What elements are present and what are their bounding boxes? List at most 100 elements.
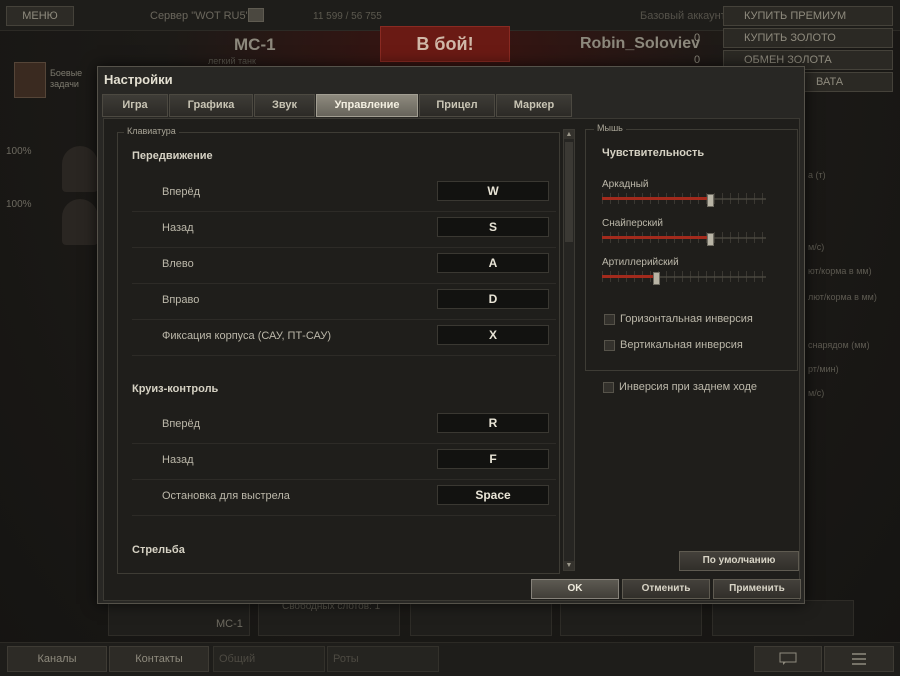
crew-portrait-1[interactable] (62, 146, 98, 192)
defaults-button[interactable]: По умолчанию (679, 551, 799, 571)
slider-thumb[interactable] (707, 194, 714, 207)
credits-value: 0 (694, 54, 701, 66)
keybind-label: Вперёд (162, 186, 201, 198)
keybind-row: Вправо D (132, 283, 556, 320)
server-dropdown[interactable] (248, 8, 264, 22)
section-cruise-control: Круиз-контроль (132, 383, 219, 395)
missions-label: Боевые задачи (50, 68, 82, 90)
keybind-row: Назад S (132, 211, 556, 248)
settings-dialog: Настройки Игра Графика Звук Управление П… (97, 66, 805, 604)
carousel-slot-3[interactable] (410, 600, 552, 636)
dialog-title: Настройки (104, 72, 173, 87)
crew-percent-1: 100% (6, 146, 32, 157)
artillery-sensitivity-slider[interactable] (602, 271, 766, 285)
slider-fill (602, 197, 710, 200)
chat-general-tab[interactable]: Общий (213, 646, 325, 672)
slider-label: Снайперский (602, 218, 663, 229)
slider-thumb[interactable] (653, 272, 660, 285)
chat-companies-tab[interactable]: Роты (327, 646, 439, 672)
contacts-button[interactable]: Контакты (109, 646, 209, 672)
checkbox-label: Инверсия при заднем ходе (619, 381, 758, 393)
tab-sound[interactable]: Звук (254, 94, 315, 117)
keybind-right[interactable]: D (437, 289, 549, 309)
checkbox-box[interactable] (604, 340, 615, 351)
keybind-row: Вперёд W (132, 175, 556, 212)
account-type: Базовый аккаунт (640, 10, 726, 22)
checkbox-box[interactable] (604, 314, 615, 325)
right-hint-7: м/с) (808, 388, 825, 398)
tab-sight[interactable]: Прицел (419, 94, 495, 117)
slider-thumb[interactable] (707, 233, 714, 246)
right-hint-3: ют/корма в мм) (808, 266, 872, 276)
scroll-down-icon[interactable]: ▼ (564, 561, 574, 570)
tank-name: МС-1 (234, 35, 276, 54)
missions-label-1: Боевые (50, 68, 83, 78)
sensitivity-title: Чувствительность (602, 147, 705, 159)
keyboard-group: Клавиатура Передвижение Вперёд W Назад S… (117, 126, 560, 574)
crew-percent-2: 100% (6, 199, 32, 210)
server-label: Сервер "WOT RU5" (150, 10, 250, 22)
carousel-tank-name: МС-1 (216, 618, 243, 630)
keybind-back[interactable]: S (437, 217, 549, 237)
chat-icon[interactable] (754, 646, 822, 672)
crew-portrait-2[interactable] (62, 199, 98, 245)
keybind-row: Остановка для выстрела Space (132, 479, 556, 516)
buy-premium-button[interactable]: КУПИТЬ ПРЕМИУМ (723, 6, 893, 26)
keybind-label: Назад (162, 222, 194, 234)
right-hint-1: а (т) (808, 170, 826, 180)
controls-panel: Клавиатура Передвижение Вперёд W Назад S… (103, 118, 800, 601)
keybind-row: Назад F (132, 443, 556, 480)
right-hint-5: снарядом (мм) (808, 340, 870, 350)
checkbox-box[interactable] (603, 382, 614, 393)
mouse-group: Мышь Чувствительность Аркадный Снайперск… (585, 123, 798, 371)
slider-fill (602, 275, 656, 278)
cancel-button[interactable]: Отменить (622, 579, 710, 599)
keybind-label: Вправо (162, 294, 200, 306)
keybind-left[interactable]: A (437, 253, 549, 273)
keybind-cruise-forward[interactable]: R (437, 413, 549, 433)
buy-gold-button[interactable]: КУПИТЬ ЗОЛОТО (723, 28, 893, 48)
scroll-thumb[interactable] (565, 142, 573, 242)
scroll-up-icon[interactable]: ▲ (564, 130, 574, 139)
gold-value: 0 (694, 32, 701, 44)
missions-label-2: задачи (50, 79, 79, 89)
menu-button[interactable]: МЕНЮ (6, 6, 74, 26)
sniper-sensitivity-slider[interactable] (602, 232, 766, 246)
tank-type: легкий танк (208, 56, 256, 66)
right-hint-4: лют/корма в мм) (808, 292, 877, 302)
keybind-row: Фиксация корпуса (САУ, ПТ-САУ) X (132, 319, 556, 356)
channels-button[interactable]: Каналы (7, 646, 107, 672)
tab-graphics[interactable]: Графика (169, 94, 253, 117)
keybind-label: Остановка для выстрела (162, 490, 290, 502)
keybind-label: Назад (162, 454, 194, 466)
missions-icon[interactable] (14, 62, 46, 98)
arcade-sensitivity-slider[interactable] (602, 193, 766, 207)
tab-marker[interactable]: Маркер (496, 94, 572, 117)
tab-controls[interactable]: Управление (316, 94, 418, 117)
keybind-cruise-back[interactable]: F (437, 449, 549, 469)
keyboard-legend: Клавиатура (124, 126, 179, 136)
keybind-row: Влево A (132, 247, 556, 284)
slider-label: Артиллерийский (602, 257, 679, 268)
battle-button[interactable]: В бой! (380, 26, 510, 62)
keybind-label: Фиксация корпуса (САУ, ПТ-САУ) (162, 330, 332, 342)
keybind-label: Вперёд (162, 418, 201, 430)
right-hint-6: рт/мин) (808, 364, 839, 374)
keyboard-scrollbar[interactable]: ▲ ▼ (563, 129, 575, 571)
carousel-slot-5[interactable] (712, 600, 854, 636)
online-count: 11 599 / 56 755 (313, 11, 382, 22)
notifications-list-icon[interactable] (824, 646, 894, 672)
keybind-hull-lock[interactable]: X (437, 325, 549, 345)
mouse-legend: Мышь (594, 123, 626, 133)
player-name: Robin_Soloviev (580, 35, 701, 52)
checkbox-label: Горизонтальная инверсия (620, 313, 753, 325)
tab-game[interactable]: Игра (102, 94, 168, 117)
keybind-forward[interactable]: W (437, 181, 549, 201)
menu-label: МЕНЮ (22, 10, 58, 22)
right-hint-2: м/с) (808, 242, 825, 252)
apply-button[interactable]: Применить (713, 579, 801, 599)
carousel-slot-4[interactable] (560, 600, 702, 636)
checkbox-label: Вертикальная инверсия (620, 339, 743, 351)
ok-button[interactable]: OK (531, 579, 619, 599)
keybind-stop-to-fire[interactable]: Space (437, 485, 549, 505)
